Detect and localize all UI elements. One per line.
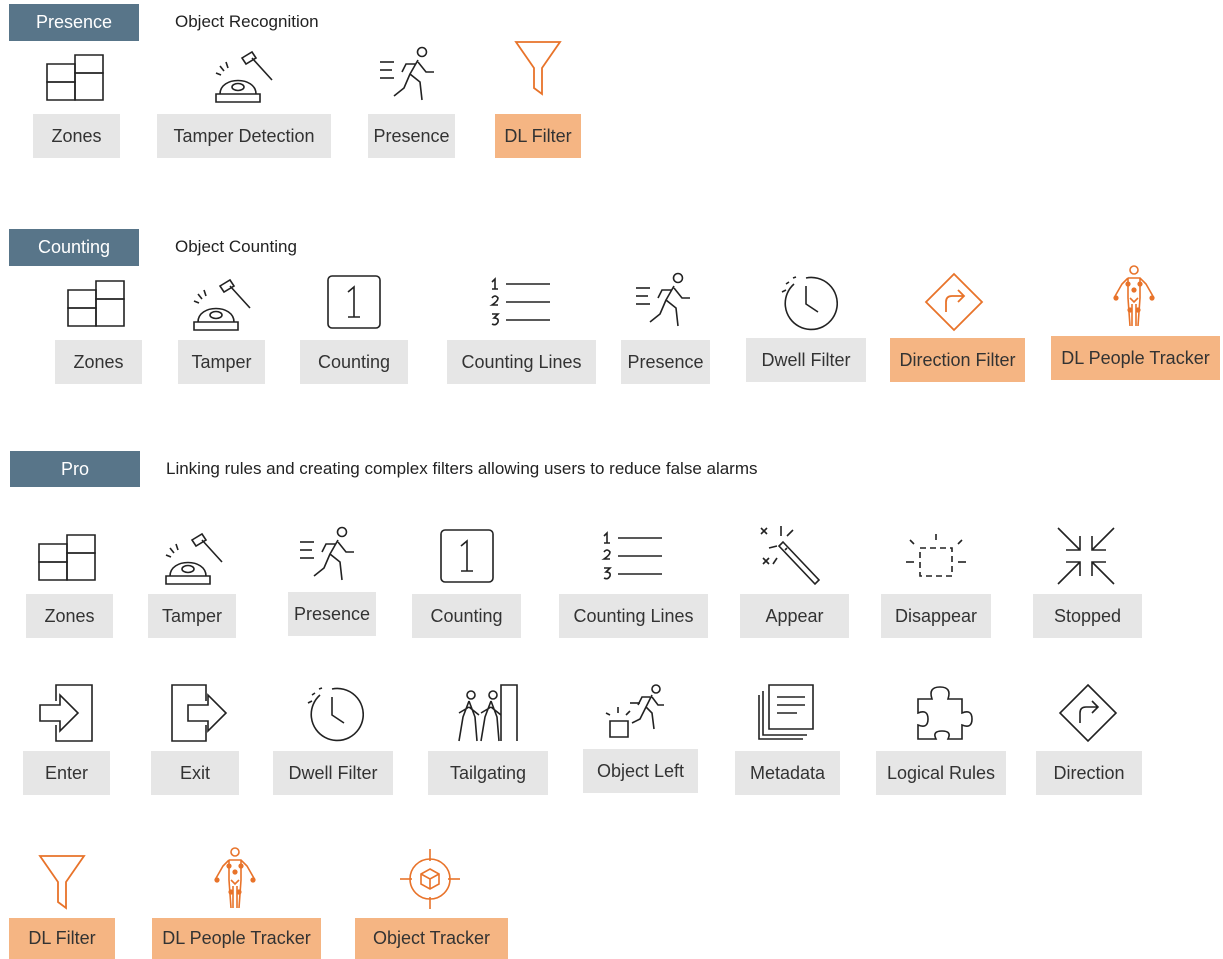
tile-counting[interactable]: Counting xyxy=(412,594,521,638)
appear-icon xyxy=(757,524,821,588)
people-tracker-icon xyxy=(203,846,267,910)
presence-icon xyxy=(298,524,362,588)
section-tag-presence: Presence xyxy=(9,4,139,41)
tile-tailgating[interactable]: Tailgating xyxy=(428,751,548,795)
direction-icon xyxy=(1056,681,1120,745)
tile-tamper[interactable]: Tamper xyxy=(178,340,265,384)
filter-icon xyxy=(506,38,570,102)
exit-icon xyxy=(166,681,230,745)
tile-object-left[interactable]: Object Left xyxy=(583,749,698,793)
counting-icon xyxy=(435,526,499,590)
tile-metadata[interactable]: Metadata xyxy=(735,751,840,795)
tile-counting[interactable]: Counting xyxy=(300,340,408,384)
tile-dl-filter[interactable]: DL Filter xyxy=(495,114,581,158)
presence-icon xyxy=(378,44,442,108)
tile-exit[interactable]: Exit xyxy=(151,751,239,795)
section-description: Object Counting xyxy=(175,237,297,256)
dwell-icon xyxy=(300,681,364,745)
tile-direction[interactable]: Direction xyxy=(1036,751,1142,795)
tile-dl-people-tracker[interactable]: DL People Tracker xyxy=(1051,336,1220,380)
tile-tamper-detection[interactable]: Tamper Detection xyxy=(157,114,331,158)
tile-dl-filter[interactable]: DL Filter xyxy=(9,918,115,959)
tile-counting-lines[interactable]: Counting Lines xyxy=(559,594,708,638)
tile-presence[interactable]: Presence xyxy=(368,114,455,158)
people-tracker-icon xyxy=(1102,264,1166,328)
object-tracker-icon xyxy=(398,847,462,911)
tile-zones[interactable]: Zones xyxy=(33,114,120,158)
tile-dl-people-tracker[interactable]: DL People Tracker xyxy=(152,918,321,959)
tile-counting-lines[interactable]: Counting Lines xyxy=(447,340,596,384)
direction-icon xyxy=(922,270,986,334)
tile-direction-filter[interactable]: Direction Filter xyxy=(890,338,1025,382)
tile-dwell-filter[interactable]: Dwell Filter xyxy=(273,751,393,795)
enter-icon xyxy=(34,681,98,745)
tile-stopped[interactable]: Stopped xyxy=(1033,594,1142,638)
tile-enter[interactable]: Enter xyxy=(23,751,110,795)
metadata-icon xyxy=(755,681,819,745)
tile-tamper[interactable]: Tamper xyxy=(148,594,236,638)
zones-icon xyxy=(43,46,107,110)
dwell-icon xyxy=(774,270,838,334)
tile-dwell-filter[interactable]: Dwell Filter xyxy=(746,338,866,382)
tamper-icon xyxy=(210,44,274,108)
tile-zones[interactable]: Zones xyxy=(26,594,113,638)
stopped-icon xyxy=(1054,524,1118,588)
tile-presence[interactable]: Presence xyxy=(621,340,710,384)
tamper-icon xyxy=(188,272,252,336)
tile-presence[interactable]: Presence xyxy=(288,592,376,636)
tailgating-icon xyxy=(455,681,519,745)
section-tag-counting: Counting xyxy=(9,229,139,266)
counting-lines-icon xyxy=(600,526,664,590)
tile-zones[interactable]: Zones xyxy=(55,340,142,384)
counting-icon xyxy=(322,272,386,336)
counting-lines-icon xyxy=(488,272,552,336)
logical-rules-icon xyxy=(910,681,974,745)
tile-disappear[interactable]: Disappear xyxy=(881,594,991,638)
tamper-icon xyxy=(160,526,224,590)
zones-icon xyxy=(35,526,99,590)
tile-appear[interactable]: Appear xyxy=(740,594,849,638)
section-description: Linking rules and creating complex filte… xyxy=(166,459,758,478)
presence-icon xyxy=(634,270,698,334)
tile-logical-rules[interactable]: Logical Rules xyxy=(876,751,1006,795)
filter-icon xyxy=(30,852,94,916)
object-left-icon xyxy=(604,681,668,745)
section-tag-pro: Pro xyxy=(10,451,140,487)
disappear-icon xyxy=(904,526,968,590)
tile-object-tracker[interactable]: Object Tracker xyxy=(355,918,508,959)
zones-icon xyxy=(64,272,128,336)
section-description: Object Recognition xyxy=(175,12,319,31)
